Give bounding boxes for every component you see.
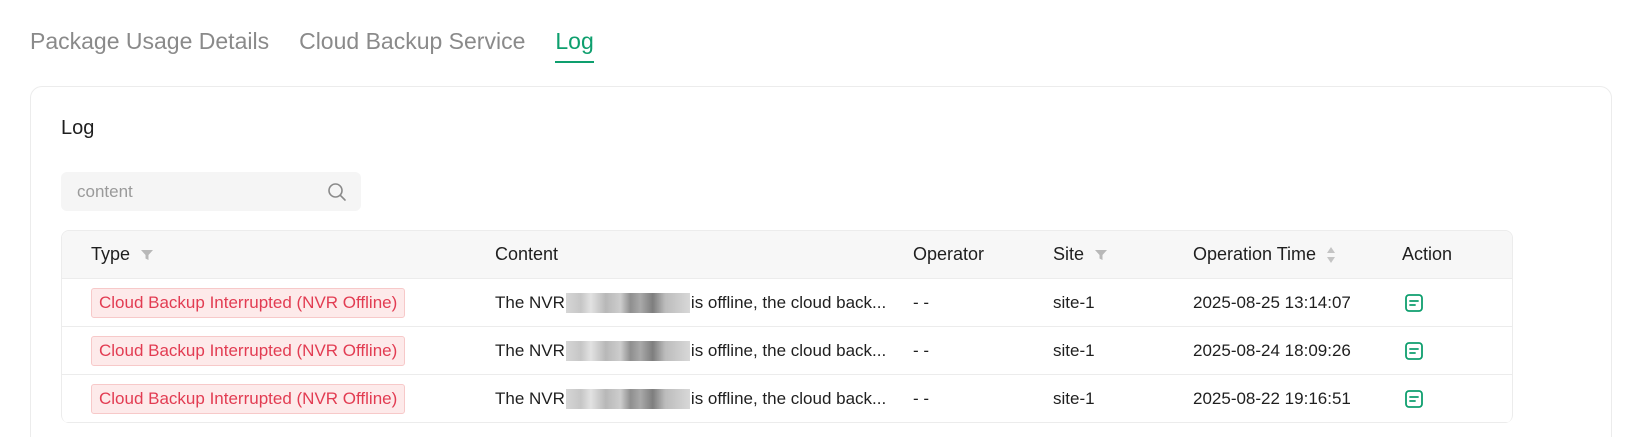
redacted-device-name: [565, 388, 690, 409]
content-suffix: is offline, the cloud back...: [690, 388, 887, 408]
header-type: Type: [62, 244, 495, 265]
operator-cell: - -: [913, 388, 930, 408]
content-prefix: The NVR: [495, 340, 565, 360]
redacted-device-name: [565, 292, 690, 313]
action-cell: [1402, 293, 1512, 313]
status-badge: Cloud Backup Interrupted (NVR Offline): [91, 287, 406, 318]
tab-log[interactable]: Log: [555, 28, 594, 63]
filter-icon[interactable]: [140, 249, 154, 261]
search-input[interactable]: [75, 180, 327, 203]
header-site: Site: [1053, 244, 1193, 265]
header-content-label: Content: [495, 244, 559, 264]
content-suffix: is offline, the cloud back...: [690, 340, 887, 360]
tab-bar: Package Usage Details Cloud Backup Servi…: [30, 28, 624, 63]
header-time-label: Operation Time: [1193, 244, 1317, 264]
site-cell: site-1: [1053, 388, 1095, 408]
type-cell: Cloud Backup Interrupted (NVR Offline): [62, 383, 495, 414]
filter-icon[interactable]: [1094, 249, 1108, 261]
tab-cloud-backup-service[interactable]: Cloud Backup Service: [299, 28, 525, 63]
header-operator: Operator: [913, 244, 1053, 265]
time-cell: 2025-08-25 13:14:07: [1193, 292, 1351, 312]
search-icon[interactable]: [327, 182, 347, 202]
log-card: Log Type: [30, 86, 1612, 437]
status-badge: Cloud Backup Interrupted (NVR Offline): [91, 383, 406, 414]
page: Package Usage Details Cloud Backup Servi…: [0, 0, 1640, 437]
site-cell: site-1: [1053, 340, 1095, 360]
table-header: Type Content Operator Site Operation Tim…: [62, 231, 1512, 279]
time-cell: 2025-08-24 18:09:26: [1193, 340, 1351, 360]
header-action: Action: [1402, 244, 1512, 265]
status-badge: Cloud Backup Interrupted (NVR Offline): [91, 335, 406, 366]
content-cell: The NVR is offline, the cloud back...: [495, 340, 913, 361]
content-suffix: is offline, the cloud back...: [690, 292, 887, 312]
header-operator-label: Operator: [913, 244, 985, 264]
header-operation-time: Operation Time: [1193, 244, 1402, 265]
operator-cell: - -: [913, 340, 930, 360]
card-title: Log: [61, 117, 95, 139]
header-site-label: Site: [1053, 244, 1085, 264]
search-box[interactable]: [61, 172, 361, 211]
details-icon[interactable]: [1404, 293, 1424, 313]
type-cell: Cloud Backup Interrupted (NVR Offline): [62, 287, 495, 318]
details-icon[interactable]: [1404, 341, 1424, 361]
time-cell: 2025-08-22 19:16:51: [1193, 388, 1351, 408]
redacted-device-name: [565, 340, 690, 361]
action-cell: [1402, 341, 1512, 361]
content-cell: The NVR is offline, the cloud back...: [495, 388, 913, 409]
operator-cell: - -: [913, 292, 930, 312]
action-cell: [1402, 389, 1512, 409]
header-type-label: Type: [91, 244, 131, 264]
table-row: Cloud Backup Interrupted (NVR Offline) T…: [62, 375, 1512, 423]
sort-icon[interactable]: [1326, 246, 1336, 264]
content-prefix: The NVR: [495, 292, 565, 312]
details-icon[interactable]: [1404, 389, 1424, 409]
site-cell: site-1: [1053, 292, 1095, 312]
header-content: Content: [495, 244, 913, 265]
table-row: Cloud Backup Interrupted (NVR Offline) T…: [62, 327, 1512, 375]
log-table: Type Content Operator Site Operation Tim…: [61, 230, 1513, 423]
content-prefix: The NVR: [495, 388, 565, 408]
tab-package-usage-details[interactable]: Package Usage Details: [30, 28, 269, 63]
header-action-label: Action: [1402, 244, 1453, 264]
table-row: Cloud Backup Interrupted (NVR Offline) T…: [62, 279, 1512, 327]
content-cell: The NVR is offline, the cloud back...: [495, 292, 913, 313]
type-cell: Cloud Backup Interrupted (NVR Offline): [62, 335, 495, 366]
